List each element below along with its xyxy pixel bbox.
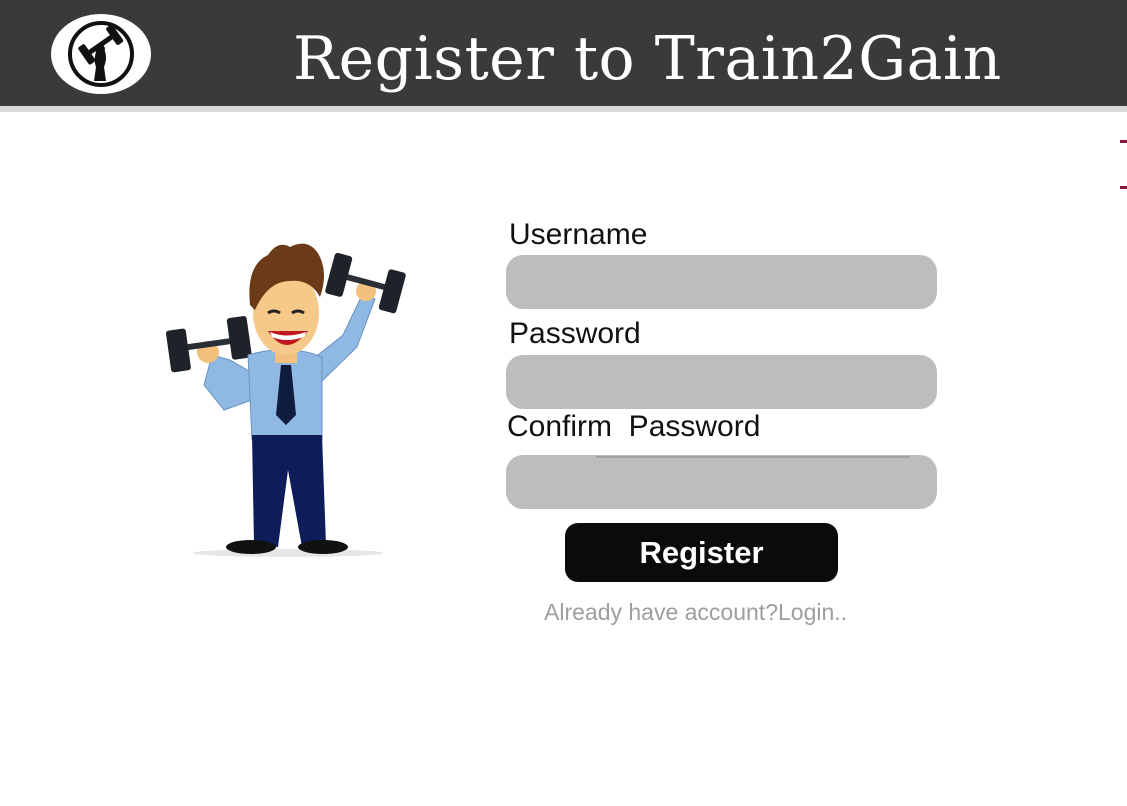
register-button[interactable]: Register [565,523,838,582]
header-divider [0,106,1127,112]
confirm-password-input[interactable] [506,455,937,509]
password-label: Password [509,317,641,350]
muscle-arm-dumbbell-icon [68,21,134,87]
login-link[interactable]: Already have account?Login.. [544,599,884,626]
page-title: Register to Train2Gain [293,24,1002,94]
man-lifting-dumbbells-illustration [166,243,406,557]
username-input[interactable] [506,255,937,309]
password-input[interactable] [506,355,937,409]
confirm-password-label: Confirm Password [507,410,761,443]
edge-accent-mark [1120,140,1127,143]
app-logo[interactable] [51,14,151,94]
input-hint-line [596,456,910,458]
username-label: Username [509,218,648,251]
edge-accent-mark [1120,186,1127,189]
